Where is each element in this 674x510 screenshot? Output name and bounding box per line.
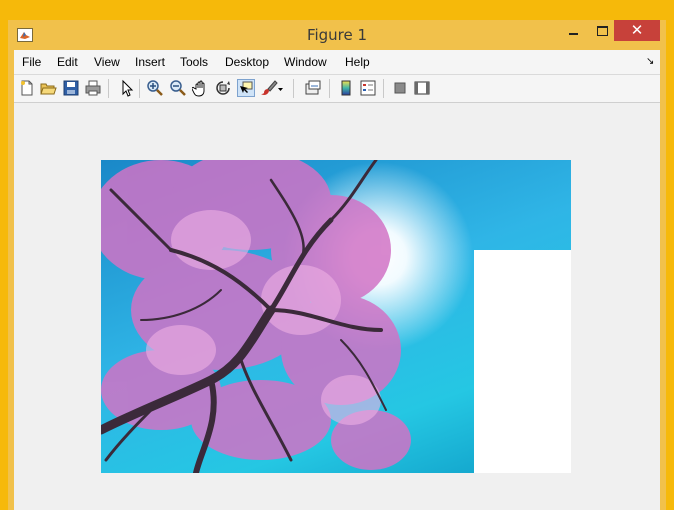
figure-canvas[interactable] xyxy=(14,103,660,510)
menu-help[interactable]: Help xyxy=(345,55,370,69)
rotate-3d-icon[interactable] xyxy=(214,79,232,97)
menu-insert[interactable]: Insert xyxy=(135,55,165,69)
menu-file[interactable]: File xyxy=(22,55,41,69)
dock-figure-icon[interactable]: ↘ xyxy=(646,56,654,67)
title-bar[interactable]: Figure 1 ✕ xyxy=(8,20,666,50)
show-plot-tools-icon[interactable] xyxy=(413,79,431,97)
open-file-icon[interactable] xyxy=(39,79,57,97)
pan-icon[interactable] xyxy=(191,79,210,97)
print-figure-icon[interactable] xyxy=(84,79,102,97)
maximize-button[interactable] xyxy=(588,20,616,41)
figure-client-area: File Edit View Insert Tools Desktop Wind… xyxy=(14,50,660,510)
figure-window: Figure 1 ✕ File Edit View Insert Tools D… xyxy=(8,20,666,510)
white-rectangle-overlay xyxy=(474,250,571,473)
figure-toolbar xyxy=(14,75,660,103)
menu-view[interactable]: View xyxy=(94,55,120,69)
minimize-button[interactable] xyxy=(560,20,588,41)
new-figure-icon[interactable] xyxy=(18,79,36,97)
menu-window[interactable]: Window xyxy=(284,55,327,69)
close-icon: ✕ xyxy=(630,21,644,39)
insert-colorbar-icon[interactable] xyxy=(337,79,355,97)
hide-plot-tools-icon[interactable] xyxy=(391,79,409,97)
data-cursor-icon[interactable] xyxy=(237,79,255,97)
menu-edit[interactable]: Edit xyxy=(57,55,78,69)
toolbar-separator xyxy=(108,79,109,98)
blossom-tree-photo[interactable] xyxy=(101,160,571,473)
toolbar-separator xyxy=(383,79,384,98)
link-plot-icon[interactable] xyxy=(304,79,322,97)
toolbar-separator xyxy=(139,79,140,98)
zoom-out-icon[interactable] xyxy=(169,79,187,97)
close-button[interactable]: ✕ xyxy=(614,20,660,41)
menu-tools[interactable]: Tools xyxy=(180,55,208,69)
menu-bar: File Edit View Insert Tools Desktop Wind… xyxy=(14,50,660,75)
brush-dropdown-icon[interactable] xyxy=(277,79,285,97)
brush-icon[interactable] xyxy=(260,79,278,97)
save-figure-icon[interactable] xyxy=(62,79,80,97)
menu-desktop[interactable]: Desktop xyxy=(225,55,269,69)
insert-legend-icon[interactable] xyxy=(359,79,377,97)
toolbar-separator xyxy=(293,79,294,98)
toolbar-separator xyxy=(329,79,330,98)
edit-plot-icon[interactable] xyxy=(117,79,135,97)
zoom-in-icon[interactable] xyxy=(146,79,164,97)
